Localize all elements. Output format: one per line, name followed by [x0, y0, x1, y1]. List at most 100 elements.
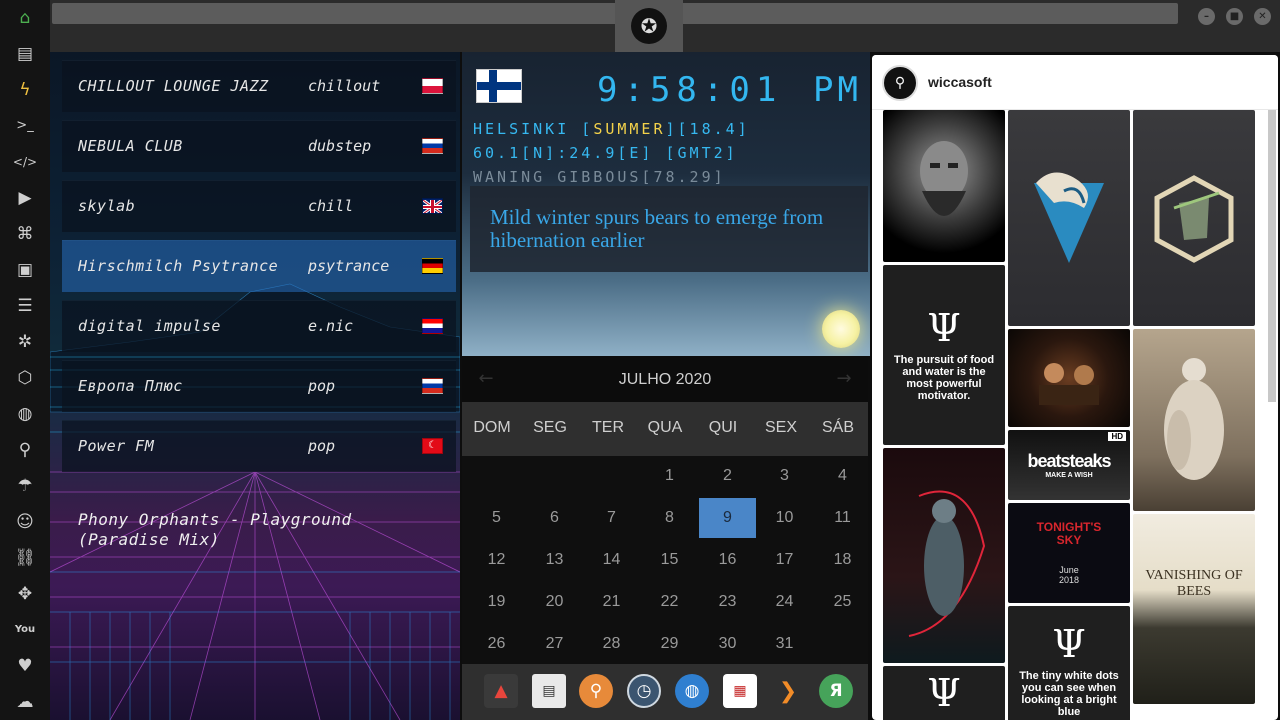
station-genre: chillout	[308, 77, 381, 95]
calendar-day[interactable]: 5	[468, 498, 525, 538]
calendar-day[interactable]: 22	[641, 582, 698, 622]
scrollbar[interactable]	[1268, 110, 1276, 402]
calendar-day[interactable]: 28	[583, 624, 640, 664]
calendar-day[interactable]: 19	[468, 582, 525, 622]
post-quote-dots[interactable]: Ψ The tiny white dots you can see when l…	[1008, 606, 1130, 720]
station-row[interactable]: Европа Плюс pop	[62, 360, 456, 412]
calendar-day[interactable]: 17	[756, 540, 813, 580]
next-month-icon[interactable]: →	[834, 368, 854, 389]
bolt-icon[interactable]: ϟ	[13, 78, 37, 102]
calendar-day[interactable]: 15	[641, 540, 698, 580]
post-hexagon-statue[interactable]	[1133, 110, 1255, 326]
station-name: CHILLOUT LOUNGE JAZZ	[78, 77, 269, 95]
station-name: digital impulse	[78, 317, 221, 335]
post-quote-psi[interactable]: Ψ	[883, 666, 1005, 720]
calendar-day[interactable]: 26	[468, 624, 525, 664]
asterisk-icon[interactable]: ✲	[13, 330, 37, 354]
calendar-day[interactable]: 8	[641, 498, 698, 538]
post-vanishing-bees[interactable]: VANISHING OF BEES	[1133, 514, 1255, 704]
station-row[interactable]: NEBULA CLUB dubstep	[62, 120, 456, 172]
yandex-icon[interactable]: Я	[819, 674, 853, 708]
calendar-day[interactable]: 6	[526, 498, 583, 538]
post-beatsteaks[interactable]: HD beatsteaks MAKE A WISH	[1008, 430, 1130, 500]
station-row[interactable]: skylab chill	[62, 180, 456, 232]
station-row[interactable]: digital impulse e.nic	[62, 300, 456, 352]
germany-flag-icon	[422, 258, 443, 274]
image-icon[interactable]: ▣	[13, 258, 37, 282]
home-icon[interactable]: ⌂	[13, 6, 37, 30]
code-icon[interactable]: </>	[13, 150, 37, 174]
translate-icon[interactable]: ⌘	[13, 222, 37, 246]
globe-icon[interactable]: ◍	[13, 402, 37, 426]
calendar-day[interactable]: 4	[814, 456, 871, 496]
calendar-app-icon[interactable]: ▦	[723, 674, 757, 708]
station-row[interactable]: Power FM pop ☾	[62, 420, 456, 472]
news-headline[interactable]: Mild winter spurs bears to emerge from h…	[490, 206, 862, 252]
hexagon-icon[interactable]: ⬡	[13, 366, 37, 390]
calendar-day[interactable]: 31	[756, 624, 813, 664]
terminal-icon[interactable]: >_	[13, 114, 37, 138]
calendar-day[interactable]: 20	[526, 582, 583, 622]
post-quote-food[interactable]: Ψ The pursuit of food and water is the m…	[883, 265, 1005, 445]
moon-icon	[822, 310, 860, 348]
calendar-day[interactable]: 7	[583, 498, 640, 538]
news-icon[interactable]: ☰	[13, 294, 37, 318]
calendar-day[interactable]: 24	[756, 582, 813, 622]
close-icon[interactable]: ✕	[1254, 8, 1271, 25]
calendar-day[interactable]: 1	[641, 456, 698, 496]
instagram-username[interactable]: wiccasoft	[928, 74, 992, 90]
clock-app-icon[interactable]: ◷	[627, 674, 661, 708]
calendar-day[interactable]: 10	[756, 498, 813, 538]
calendar-day[interactable]: 11	[814, 498, 871, 538]
calendar-day[interactable]: 2	[699, 456, 756, 496]
post-quote-text: The pursuit of food and water is the mos…	[893, 354, 995, 402]
calendar-month-title: JULHO 2020	[618, 371, 712, 388]
avatar[interactable]: ⚲	[882, 65, 918, 101]
calendar-day[interactable]: 18	[814, 540, 871, 580]
post-tonights-sky[interactable]: TONIGHT'S SKY June 2018	[1008, 503, 1130, 603]
station-genre: dubstep	[308, 137, 372, 155]
play-icon[interactable]: ▶	[13, 186, 37, 210]
calendar-day[interactable]: 29	[641, 624, 698, 664]
calendar-day[interactable]: 27	[526, 624, 583, 664]
coordinates-line: 60.1[N]:24.9[E] [GMT2]	[473, 144, 738, 162]
fullscreen-icon[interactable]: ✥	[13, 582, 37, 606]
post-statue-red[interactable]	[883, 448, 1005, 663]
arrow-app-icon[interactable]: ❯	[771, 674, 805, 708]
calendar-day[interactable]: 21	[583, 582, 640, 622]
news-ticker[interactable]: Mild winter spurs bears to emerge from h…	[470, 186, 868, 272]
document-icon[interactable]: ▤	[13, 42, 37, 66]
calendar-day[interactable]: 12	[468, 540, 525, 580]
calendar-day[interactable]: 30	[699, 624, 756, 664]
radio-station-panel: CHILLOUT LOUNGE JAZZ chillout NEBULA CLU…	[50, 52, 460, 720]
browser-icon[interactable]: ◍	[675, 674, 709, 708]
station-genre: e.nic	[308, 317, 354, 335]
news-reader-icon[interactable]: ▤	[532, 674, 566, 708]
station-row[interactable]: CHILLOUT LOUNGE JAZZ chillout	[62, 60, 456, 112]
post-viking-portrait[interactable]	[883, 110, 1005, 262]
calendar-day[interactable]: 3	[756, 456, 813, 496]
calendar-day[interactable]: 13	[526, 540, 583, 580]
post-painting-candle[interactable]	[1008, 329, 1130, 427]
post-marble-sculpture[interactable]	[1133, 329, 1255, 511]
station-row-active[interactable]: Hirschmilch Psytrance psytrance	[62, 240, 456, 292]
link-icon[interactable]: ⛓	[13, 546, 37, 570]
minimize-icon[interactable]: –	[1198, 8, 1215, 25]
calendar-day[interactable]: 25	[814, 582, 871, 622]
calendar-day-today[interactable]: 9	[699, 498, 756, 538]
maximize-icon[interactable]: ■	[1226, 8, 1243, 25]
uk-flag-icon	[422, 198, 443, 214]
center-logo-tab[interactable]: ✪	[615, 0, 683, 52]
contact-icon[interactable]: ☺	[13, 510, 37, 534]
calendar-day[interactable]: 23	[699, 582, 756, 622]
calendar-day[interactable]: 14	[583, 540, 640, 580]
calendar-day[interactable]: 16	[699, 540, 756, 580]
youtube-icon[interactable]: You	[13, 618, 37, 642]
search-app-icon[interactable]: ⚲	[579, 674, 613, 708]
post-wave-triangle[interactable]	[1008, 110, 1130, 326]
search-icon[interactable]: ⚲	[13, 438, 37, 462]
acrobat-icon[interactable]: ▲	[484, 674, 518, 708]
heart-icon[interactable]: ♥	[13, 654, 37, 678]
umbrella-icon[interactable]: ☂	[13, 474, 37, 498]
cloud-icon[interactable]: ☁	[13, 690, 37, 714]
